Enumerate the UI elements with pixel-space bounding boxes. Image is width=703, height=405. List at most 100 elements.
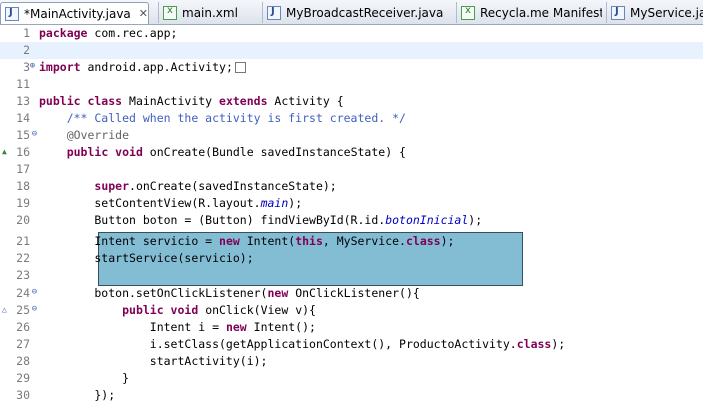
tab-my-broadcast-receiver[interactable]: MyBroadcastReceiver.java xyxy=(262,2,451,23)
code-text: i.setClass(getApplicationContext(), Prod… xyxy=(39,337,566,351)
code-line[interactable]: 21 Intent servicio = new Intent(this, My… xyxy=(0,233,703,250)
line-number: 21 xyxy=(16,234,30,248)
code-token: class xyxy=(405,234,441,248)
code-token: main xyxy=(260,196,289,210)
line-number: 20 xyxy=(16,213,30,227)
code-text: public void onClick(View v){ xyxy=(122,303,316,317)
tab-main-xml[interactable]: main.xml xyxy=(158,2,251,23)
line-number: 3 xyxy=(23,60,30,74)
line-number: 26 xyxy=(16,320,30,334)
code-token: public void xyxy=(122,303,199,317)
collapse-fold-icon[interactable]: ⊖ xyxy=(30,305,39,314)
code-token: super xyxy=(94,179,130,193)
line-number: 15 xyxy=(16,128,30,142)
code-text: boton.setOnClickListener(new OnClickList… xyxy=(39,286,420,300)
code-text: public void onCreate(Bundle savedInstanc… xyxy=(66,145,406,159)
code-text: Intent i = new Intent(); xyxy=(39,320,316,334)
line-number: 2 xyxy=(23,43,30,57)
code-text: public class MainActivity extends Activi… xyxy=(39,94,344,108)
tab-label: MyBroadcastReceiver.java xyxy=(286,5,444,20)
line-number: 29 xyxy=(16,371,30,385)
code-line[interactable]: △ 25 ⊖ public void onClick(View v){ xyxy=(0,302,703,319)
code-text: Button boton = (Button) findViewById(R.i… xyxy=(39,213,483,227)
code-annotation: @Override xyxy=(39,128,130,142)
tab-manifest[interactable]: Recycla.me Manifest xyxy=(456,2,602,23)
tab-label: Recycla.me Manifest xyxy=(480,5,602,20)
code-token: public void xyxy=(66,145,143,159)
code-line[interactable]: 27 i.setClass(getApplicationContext(), P… xyxy=(0,336,703,353)
tab-label: MyService.java xyxy=(630,5,703,20)
code-line-current[interactable]: 2 xyxy=(0,42,703,59)
code-text: setContentView(R.layout.main); xyxy=(39,196,303,210)
code-text: } xyxy=(39,371,130,385)
code-line[interactable]: ▲ 16 public void onCreate(Bundle savedIn… xyxy=(0,144,703,161)
line-number: 30 xyxy=(16,388,30,402)
collapse-fold-icon[interactable]: ⊖ xyxy=(30,130,39,139)
code-editor[interactable]: 1 package com.rec.app; 2 3 ⊕ import andr… xyxy=(0,25,703,405)
editor-tab-bar: *MainActivity.java ✕ main.xml MyBroadcas… xyxy=(0,0,703,25)
code-line[interactable]: 1 package com.rec.app; xyxy=(0,25,703,42)
code-line[interactable]: 23 xyxy=(0,267,703,284)
code-line[interactable]: 29 } xyxy=(0,370,703,387)
code-line[interactable]: 11 xyxy=(0,76,703,93)
line-number: 17 xyxy=(16,162,30,176)
tab-label: main.xml xyxy=(182,5,238,20)
code-token: public class xyxy=(39,94,123,108)
line-number: 27 xyxy=(16,337,30,351)
code-token: this xyxy=(295,234,323,248)
code-token: extends xyxy=(219,94,268,108)
line-number: 1 xyxy=(23,26,30,40)
code-token: new xyxy=(225,320,247,334)
code-token: new xyxy=(267,286,289,300)
code-line[interactable]: 22 startService(servicio); xyxy=(0,250,703,267)
xml-file-icon xyxy=(163,5,177,20)
code-line[interactable]: 3 ⊕ import android.app.Activity; xyxy=(0,59,703,76)
code-line[interactable]: 20 Button boton = (Button) findViewById(… xyxy=(0,212,703,229)
tab-my-service[interactable]: MyService.java xyxy=(606,2,703,23)
code-text: import android.app.Activity; xyxy=(39,59,246,76)
tab-label: *MainActivity.java xyxy=(24,6,131,21)
code-text: Intent servicio = new Intent(this, MySer… xyxy=(39,234,455,248)
xml-file-icon xyxy=(461,5,475,20)
code-text: super.onCreate(savedInstanceState); xyxy=(94,179,337,193)
code-token: class xyxy=(516,337,552,351)
code-text: package com.rec.app; xyxy=(39,26,178,40)
code-text: startService(servicio); xyxy=(39,251,254,265)
java-file-icon xyxy=(267,5,281,20)
line-number: 22 xyxy=(16,251,30,265)
line-number: 13 xyxy=(16,94,30,108)
collapse-fold-icon[interactable]: ⊖ xyxy=(30,288,39,297)
line-number: 19 xyxy=(16,196,30,210)
code-line[interactable]: 30 }); xyxy=(0,387,703,404)
code-token: package xyxy=(39,26,88,40)
line-number: 18 xyxy=(16,179,30,193)
code-text: }); xyxy=(39,388,116,402)
tab-main-activity[interactable]: *MainActivity.java ✕ xyxy=(0,2,149,24)
folded-block-icon[interactable] xyxy=(234,62,246,73)
code-line[interactable]: 15 ⊖ @Override xyxy=(0,127,703,144)
line-number: 28 xyxy=(16,354,30,368)
expand-fold-icon[interactable]: ⊕ xyxy=(28,62,37,71)
line-number: 24 xyxy=(16,286,30,300)
code-line[interactable]: 19 setContentView(R.layout.main); xyxy=(0,195,703,212)
code-line[interactable]: 28 startActivity(i); xyxy=(0,353,703,370)
line-number: 25 xyxy=(16,303,30,317)
code-token: import xyxy=(39,60,81,74)
code-text: startActivity(i); xyxy=(39,354,268,368)
java-file-icon xyxy=(611,5,625,20)
code-line[interactable]: 18 super.onCreate(savedInstanceState); xyxy=(0,178,703,195)
line-number: 14 xyxy=(16,111,30,125)
code-line[interactable]: 24 ⊖ boton.setOnClickListener(new OnClic… xyxy=(0,285,703,302)
code-comment: /** Called when the activity is first cr… xyxy=(39,111,406,125)
line-number: 23 xyxy=(16,268,30,282)
code-token: botonInicial xyxy=(385,213,469,227)
code-line[interactable]: 17 xyxy=(0,161,703,178)
code-token: new xyxy=(219,234,240,248)
code-line[interactable]: 13 public class MainActivity extends Act… xyxy=(0,93,703,110)
java-file-icon xyxy=(5,6,19,21)
code-line[interactable]: 26 Intent i = new Intent(); xyxy=(0,319,703,336)
code-line[interactable]: 14 /** Called when the activity is first… xyxy=(0,110,703,127)
line-number: 11 xyxy=(16,77,30,91)
line-number: 16 xyxy=(16,145,30,159)
close-icon[interactable]: ✕ xyxy=(139,7,148,20)
